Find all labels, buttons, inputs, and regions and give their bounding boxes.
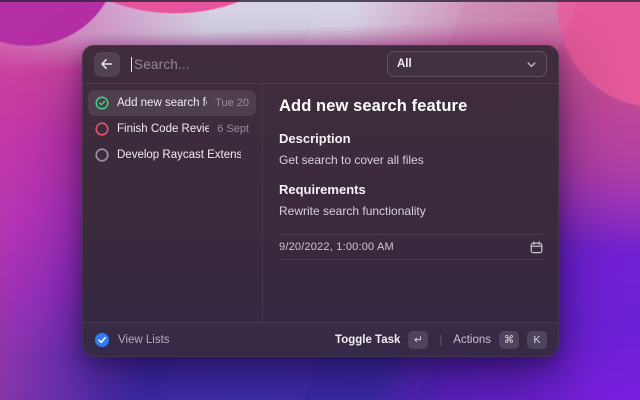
section-body-description: Get search to cover all files — [279, 153, 543, 167]
task-due-label: Tue 20 — [215, 97, 249, 109]
k-key-badge: K — [527, 331, 547, 349]
task-row-finish-code-reviews[interactable]: Finish Code Reviews 6 Sept — [88, 116, 256, 142]
task-row-add-new-search-feature[interactable]: Add new search feature Tue 20 — [88, 90, 256, 116]
footer-separator: | — [439, 334, 442, 346]
arrow-left-icon — [101, 58, 113, 70]
due-date-block: 9/20/2022, 1:00:00 AM — [279, 234, 543, 260]
filter-dropdown-value: All — [397, 58, 520, 70]
task-detail-pane: Add new search feature Description Get s… — [263, 84, 559, 322]
raycast-window: Search... All Add new search feature Tue… — [82, 45, 559, 357]
due-date-field[interactable]: 9/20/2022, 1:00:00 AM — [279, 235, 543, 260]
todo-app-icon — [94, 332, 110, 348]
back-button[interactable] — [94, 52, 120, 77]
search-input[interactable]: Search... — [131, 57, 387, 72]
action-bar: View Lists Toggle Task ↵ | Actions ⌘ K — [82, 322, 559, 357]
detail-title: Add new search feature — [279, 97, 543, 116]
task-title: Develop Raycast Extension — [117, 149, 241, 161]
footer-app-label: View Lists — [118, 334, 327, 346]
circle-overdue-icon[interactable] — [95, 122, 109, 136]
text-cursor — [131, 57, 132, 72]
section-heading-requirements: Requirements — [279, 182, 543, 197]
task-title: Finish Code Reviews — [117, 123, 209, 135]
task-list: Add new search feature Tue 20 Finish Cod… — [82, 84, 263, 322]
due-date-value: 9/20/2022, 1:00:00 AM — [279, 241, 530, 253]
toggle-task-action[interactable]: Toggle Task — [335, 334, 400, 346]
circle-open-icon[interactable] — [95, 148, 109, 162]
command-key-badge: ⌘ — [499, 331, 519, 349]
task-row-develop-raycast-extension[interactable]: Develop Raycast Extension — [88, 142, 256, 168]
task-title: Add new search feature — [117, 97, 207, 109]
window-body: Add new search feature Tue 20 Finish Cod… — [82, 84, 559, 322]
screen-top-edge — [0, 0, 640, 2]
section-body-requirements: Rewrite search functionality — [279, 204, 543, 218]
chevron-down-icon — [526, 59, 537, 70]
task-due-label: 6 Sept — [217, 123, 249, 135]
actions-menu-button[interactable]: Actions — [453, 334, 491, 346]
return-key-badge: ↵ — [408, 331, 428, 349]
check-circle-icon[interactable] — [95, 96, 109, 110]
search-placeholder: Search... — [134, 57, 190, 72]
section-heading-description: Description — [279, 131, 543, 146]
filter-dropdown[interactable]: All — [387, 51, 547, 77]
calendar-icon[interactable] — [530, 241, 543, 254]
search-header: Search... All — [82, 45, 559, 84]
